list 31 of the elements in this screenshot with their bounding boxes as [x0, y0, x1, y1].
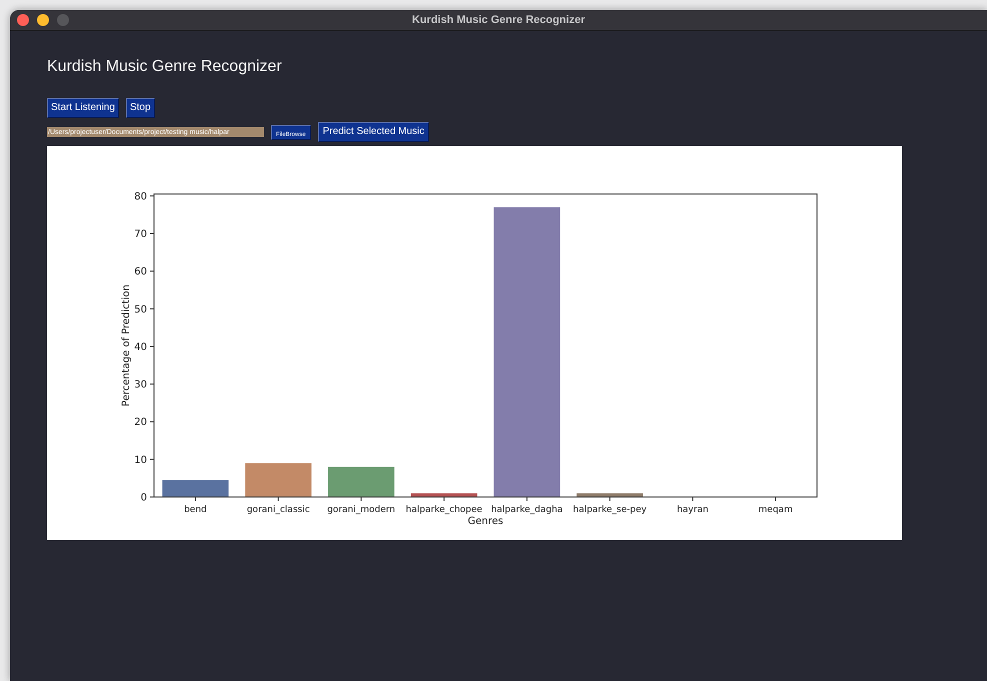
minimize-icon[interactable]: [37, 14, 49, 26]
bar: [162, 480, 229, 497]
y-tick-label: 80: [134, 191, 147, 202]
x-axis-label: Genres: [468, 516, 504, 527]
y-tick-label: 50: [134, 304, 147, 316]
window-title: Kurdish Music Genre Recognizer: [412, 14, 585, 26]
y-tick-label: 10: [134, 454, 147, 466]
close-icon[interactable]: [17, 14, 29, 26]
bar: [576, 493, 643, 497]
bar: [328, 466, 394, 497]
bar: [410, 493, 478, 497]
y-tick-label: 70: [134, 229, 147, 240]
y-tick-label: 60: [134, 266, 147, 278]
app-heading: Kurdish Music Genre Recognizer: [47, 58, 283, 76]
bar: [245, 463, 312, 497]
y-tick-label: 30: [134, 380, 147, 391]
x-tick-label: halparke_dagha: [491, 505, 563, 515]
y-tick-label: 20: [134, 417, 147, 428]
x-tick-label: bend: [184, 505, 207, 515]
x-tick-label: gorani_modern: [327, 505, 396, 515]
x-tick-label: gorani_classic: [246, 505, 310, 515]
x-tick-label: halparke_se-pey: [573, 505, 647, 515]
y-tick-label: 40: [134, 342, 147, 353]
x-tick-label: halparke_chopee: [406, 505, 482, 515]
y-axis-label: Percentage of Prediction: [121, 284, 132, 406]
predict-button[interactable]: Predict Selected Music: [318, 122, 430, 142]
x-tick-label: hayran: [676, 505, 708, 515]
start-listening-button[interactable]: Start Listening: [47, 98, 119, 118]
x-tick-label: meqam: [758, 505, 793, 515]
y-tick-label: 0: [140, 492, 147, 504]
stop-button[interactable]: Stop: [126, 98, 155, 118]
